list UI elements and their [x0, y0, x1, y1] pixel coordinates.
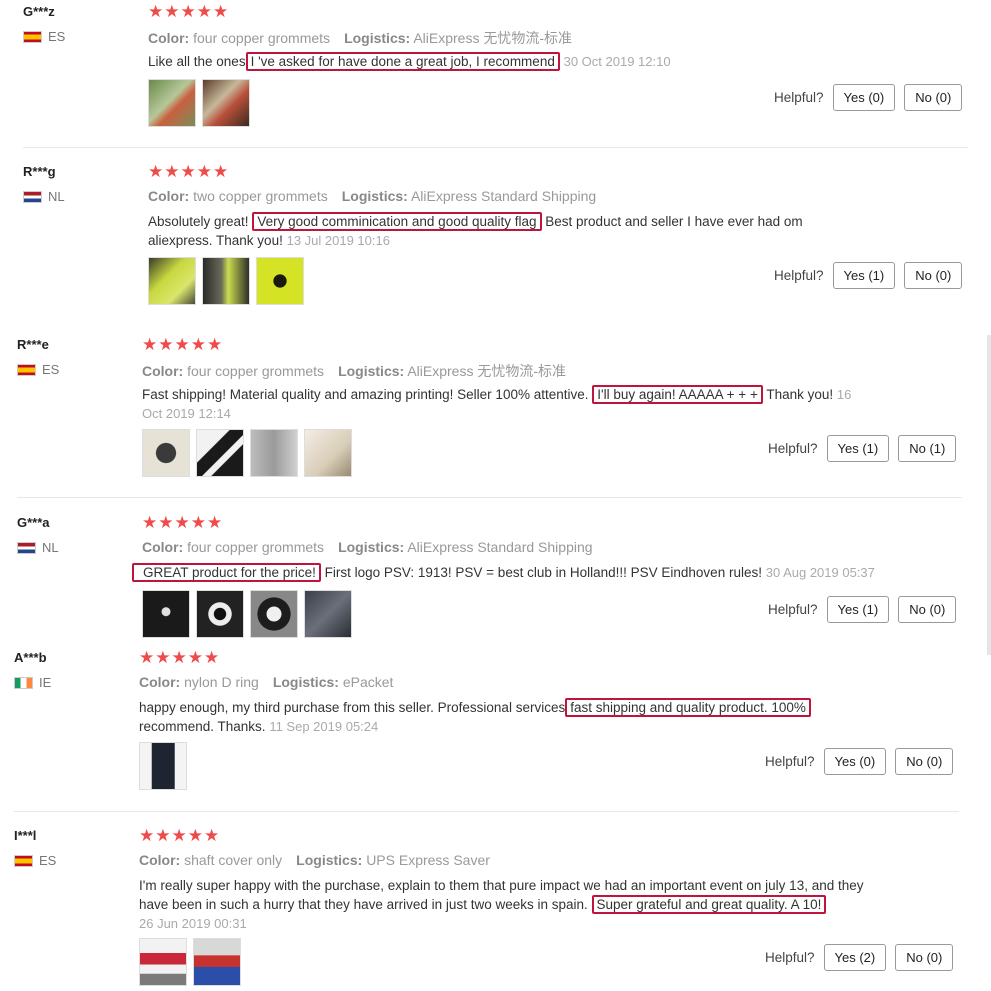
review-photo[interactable] [256, 257, 304, 305]
review-meta: Color: nylon D ring Logistics: ePacket [139, 674, 394, 690]
helpful-group: Helpful? Yes (0) No (0) [774, 84, 963, 111]
divider [17, 497, 962, 498]
reviewer-country: NL [23, 189, 65, 204]
helpful-yes-button[interactable]: Yes (1) [832, 262, 896, 289]
review-photo[interactable] [139, 938, 187, 986]
helpful-yes-button[interactable]: Yes (0) [832, 84, 896, 111]
helpful-yes-button[interactable]: Yes (0) [823, 748, 887, 775]
review-text: GREAT product for the price! First logo … [132, 563, 932, 582]
reviewer-name: R***e [17, 337, 49, 352]
star-rating: ★★★★★ [139, 648, 221, 667]
reviewer-country: IE [14, 675, 51, 690]
netherlands-flag-icon [17, 541, 36, 554]
review-photo[interactable] [196, 429, 244, 477]
highlight-box: fast shipping and quality product. 100% [565, 698, 811, 717]
helpful-no-button[interactable]: No (0) [904, 262, 963, 289]
review-photos [142, 590, 352, 638]
reviewer-name: I***l [14, 828, 37, 843]
review-photo[interactable] [250, 429, 298, 477]
review-photo[interactable] [139, 742, 187, 790]
review-date: 30 Aug 2019 05:37 [765, 565, 875, 580]
review-item: I***l ES ★★★★★ Color: shaft cover only Lo… [14, 826, 959, 991]
review-photos [139, 742, 187, 790]
star-rating: ★★★★★ [139, 826, 221, 845]
highlight-box: Very good comminication and good quality… [252, 212, 542, 231]
review-photo[interactable] [148, 257, 196, 305]
highlight-box: GREAT product for the price! [132, 563, 321, 582]
review-meta: Color: shaft cover only Logistics: UPS Ex… [139, 852, 490, 868]
helpful-no-button[interactable]: No (0) [895, 748, 954, 775]
helpful-yes-button[interactable]: Yes (1) [826, 435, 890, 462]
review-photo[interactable] [193, 938, 241, 986]
review-meta: Color: four copper grommets Logistics: Al… [142, 363, 566, 379]
review-photos [142, 429, 352, 477]
reviewer-country: ES [23, 29, 65, 44]
review-photo[interactable] [304, 429, 352, 477]
scrollbar-track[interactable] [987, 335, 991, 655]
review-photos [148, 257, 304, 305]
star-rating: ★★★★★ [142, 513, 224, 532]
review-item: G***a NL ★★★★★ Color: four copper gromme… [17, 513, 962, 645]
helpful-yes-button[interactable]: Yes (2) [823, 944, 887, 971]
spain-flag-icon [17, 363, 36, 376]
helpful-no-button[interactable]: No (0) [904, 84, 963, 111]
review-meta: Color: four copper grommets Logistics: Al… [142, 539, 593, 555]
review-item: G***z ES ★★★★★ Color: four copper gromme… [23, 2, 968, 148]
helpful-group: Helpful? Yes (1) No (0) [774, 262, 963, 289]
review-meta: Color: two copper grommets Logistics: Ali… [148, 188, 597, 204]
star-rating: ★★★★★ [142, 335, 224, 354]
review-text: happy enough, my third purchase from thi… [139, 698, 839, 736]
review-item: A***b IE ★★★★★ Color: nylon D ring Logist… [14, 648, 959, 812]
review-date: 30 Oct 2019 12:10 [563, 54, 671, 69]
reviewer-name: A***b [14, 650, 47, 665]
review-photo[interactable] [142, 590, 190, 638]
review-date: 26 Jun 2019 00:31 [139, 916, 247, 931]
divider [14, 811, 959, 812]
review-item: R***g NL ★★★★★ Color: two copper grommet… [23, 162, 968, 314]
review-photo[interactable] [250, 590, 298, 638]
highlight-box: I'll buy again! AAAAA + + + [592, 385, 763, 404]
helpful-group: Helpful? Yes (0) No (0) [765, 748, 954, 775]
helpful-no-button[interactable]: No (0) [898, 596, 957, 623]
ireland-flag-icon [14, 676, 33, 689]
helpful-group: Helpful? Yes (1) No (0) [768, 596, 957, 623]
netherlands-flag-icon [23, 190, 42, 203]
review-text: I'm really super happy with the purchase… [139, 878, 864, 931]
reviewer-name: G***a [17, 515, 50, 530]
review-item: R***e ES ★★★★★ Color: four copper gromme… [17, 335, 962, 499]
reviewer-country: NL [17, 540, 59, 555]
reviewer-name: R***g [23, 164, 56, 179]
review-photo[interactable] [148, 79, 196, 127]
helpful-no-button[interactable]: No (0) [895, 944, 954, 971]
review-photos [148, 79, 250, 127]
helpful-no-button[interactable]: No (1) [898, 435, 957, 462]
review-text: Absolutely great! Very good comminicatio… [148, 212, 803, 248]
divider [23, 147, 968, 148]
review-text: Fast shipping! Material quality and amaz… [142, 385, 852, 421]
review-date: 11 Sep 2019 05:24 [269, 719, 379, 734]
reviewer-country: ES [14, 853, 56, 868]
helpful-group: Helpful? Yes (2) No (0) [765, 944, 954, 971]
review-text: Like all the ones I 've asked for have do… [148, 52, 671, 71]
review-photo[interactable] [196, 590, 244, 638]
review-photos [139, 938, 241, 986]
helpful-group: Helpful? Yes (1) No (1) [768, 435, 957, 462]
spain-flag-icon [23, 30, 42, 43]
review-date: 13 Jul 2019 10:16 [286, 233, 390, 248]
reviewer-name: G***z [23, 4, 55, 19]
spain-flag-icon [14, 854, 33, 867]
highlight-box: Super grateful and great quality. A 10! [591, 895, 827, 914]
reviewer-country: ES [17, 362, 59, 377]
star-rating: ★★★★★ [148, 162, 230, 181]
helpful-yes-button[interactable]: Yes (1) [826, 596, 890, 623]
highlight-box: I 've asked for have done a great job, I… [245, 52, 560, 71]
review-photo[interactable] [142, 429, 190, 477]
review-meta: Color: four copper grommets Logistics: Al… [148, 30, 572, 46]
review-photo[interactable] [304, 590, 352, 638]
review-photo[interactable] [202, 79, 250, 127]
review-photo[interactable] [202, 257, 250, 305]
star-rating: ★★★★★ [148, 2, 230, 21]
